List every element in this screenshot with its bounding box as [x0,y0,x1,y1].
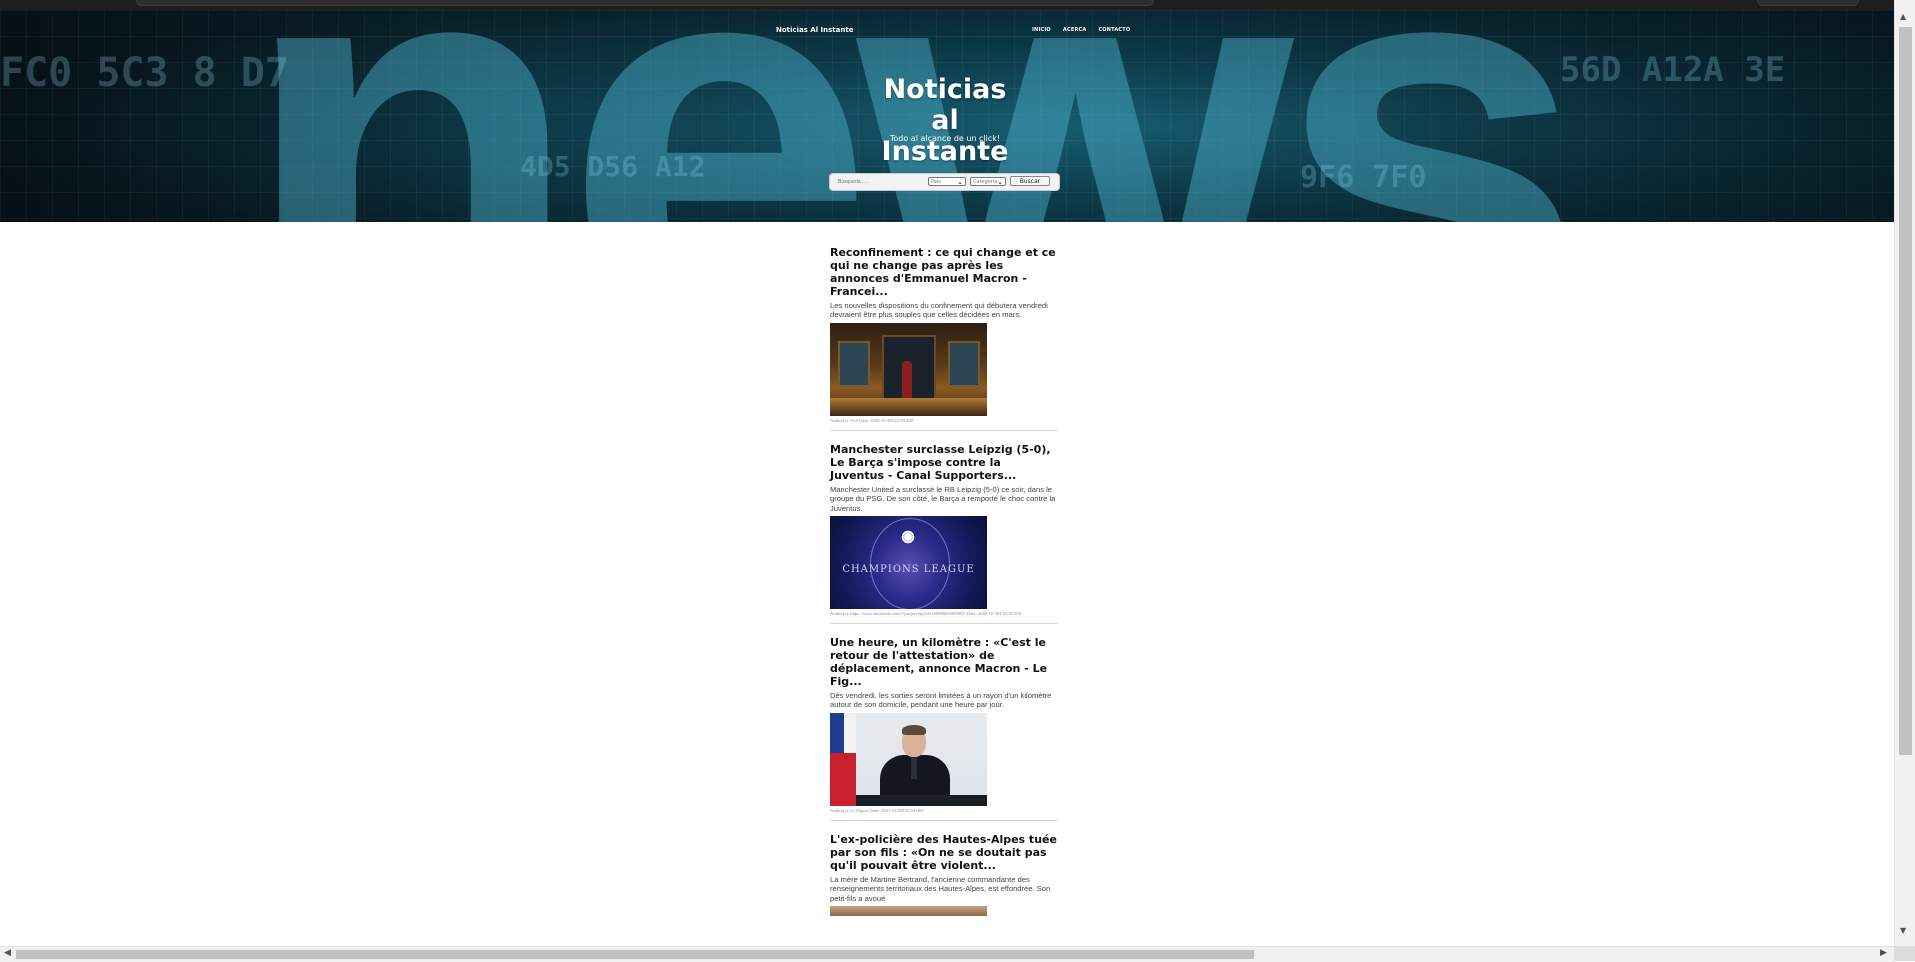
window-shape [948,340,980,387]
article-description: Manchester United a surclassé le RB Leip… [830,484,1056,513]
search-input[interactable] [838,177,916,186]
article-title[interactable]: Une heure, un kilomètre : «C'est le reto… [830,636,1058,688]
desk-shape [856,794,987,806]
article-image[interactable] [830,322,987,416]
article-image[interactable] [830,906,987,917]
hair-shape [902,724,926,735]
country-select[interactable]: País ⌄ [928,177,966,186]
chevron-down-icon: ⌄ [957,178,963,186]
news-article: Reconfinement : ce qui change et ce qui … [830,246,1058,431]
scroll-up-arrow-icon[interactable]: ▲ [1900,12,1906,21]
article-meta: Author(s): N/A Date: 2020-10-28T22:30:40… [830,417,914,423]
article-meta: Author(s): https://www.facebook.com/?/pr… [830,611,1022,617]
scrollbar-corner [1894,946,1915,961]
brand-link[interactable]: Noticias Al Instante [776,26,853,34]
news-article: L'ex-policière des Hautes-Alpes tuée par… [830,833,1058,922]
scroll-left-arrow-icon[interactable]: ◀ [4,948,11,958]
category-select-value: Categoría [973,178,998,185]
article-image[interactable]: CHAMPIONS LEAGUE [830,516,987,610]
hero-subtitle: Todo al alcance de un click! [889,134,1001,143]
article-title[interactable]: L'ex-policière des Hautes-Alpes tuée par… [830,833,1058,872]
address-bar[interactable] [136,0,1154,6]
image-caption: CHAMPIONS LEAGUE [842,564,975,576]
article-meta: Author(s): Le Figaro Date: 2020-10-28T19… [830,807,924,813]
nav-link-inicio[interactable]: INICIO [1032,27,1051,33]
category-select[interactable]: Categoría ⌄ [970,177,1006,186]
flag-stripe [830,752,856,806]
nav-link-contacto[interactable]: CONTACTO [1098,27,1130,33]
top-navbar: Noticias Al Instante INICIO ACERCA CONTA… [0,10,1894,40]
article-title[interactable]: Reconfinement : ce qui change et ce qui … [830,246,1058,298]
search-form: País ⌄ Categoría ⌄ Buscar [829,173,1060,191]
window-shape [838,340,870,387]
vertical-scroll-thumb[interactable] [1899,27,1912,755]
chevron-down-icon: ⌄ [997,178,1003,186]
horizontal-scroll-thumb[interactable] [16,950,1254,959]
article-description: Dès vendredi, les sorties seront limitée… [830,691,1052,710]
article-image[interactable] [830,712,987,806]
nav-links: INICIO ACERCA CONTACTO [1032,27,1130,33]
news-article: Une heure, un kilomètre : «C'est le reto… [830,636,1058,821]
scroll-down-arrow-icon[interactable]: ▼ [1900,926,1906,935]
street-shape [830,397,987,416]
article-description: La mère de Martine Bertrand, l'ancienne … [830,874,1051,903]
scroll-right-arrow-icon[interactable]: ▶ [1880,948,1887,958]
article-title[interactable]: Manchester surclasse Leipzig (5-0), Le B… [830,443,1058,482]
news-feed: Reconfinement : ce qui change et ce qui … [830,246,1058,934]
article-description: Les nouvelles dispositions du confinemen… [830,301,1048,320]
search-button[interactable]: Buscar [1010,176,1050,186]
news-article: Manchester surclasse Leipzig (5-0), Le B… [830,443,1058,625]
horizontal-scrollbar[interactable]: ◀ ▶ [0,946,1894,962]
vertical-scrollbar[interactable]: ▲ ▼ [1894,0,1915,946]
hero-banner: news FC0 5C3 8 D7 56D A12A 3E 9F6 7F0 4D… [0,10,1894,222]
nav-link-acerca[interactable]: ACERCA [1063,27,1087,33]
tie-shape [911,756,917,779]
hero-title-text: Noticias al Instante [881,74,1009,167]
country-select-value: País [931,178,941,185]
toolbar-control[interactable] [1757,0,1859,6]
hero-title: Noticias al Instante [0,74,1890,167]
person-shape [902,360,912,401]
starball-icon [897,526,919,549]
